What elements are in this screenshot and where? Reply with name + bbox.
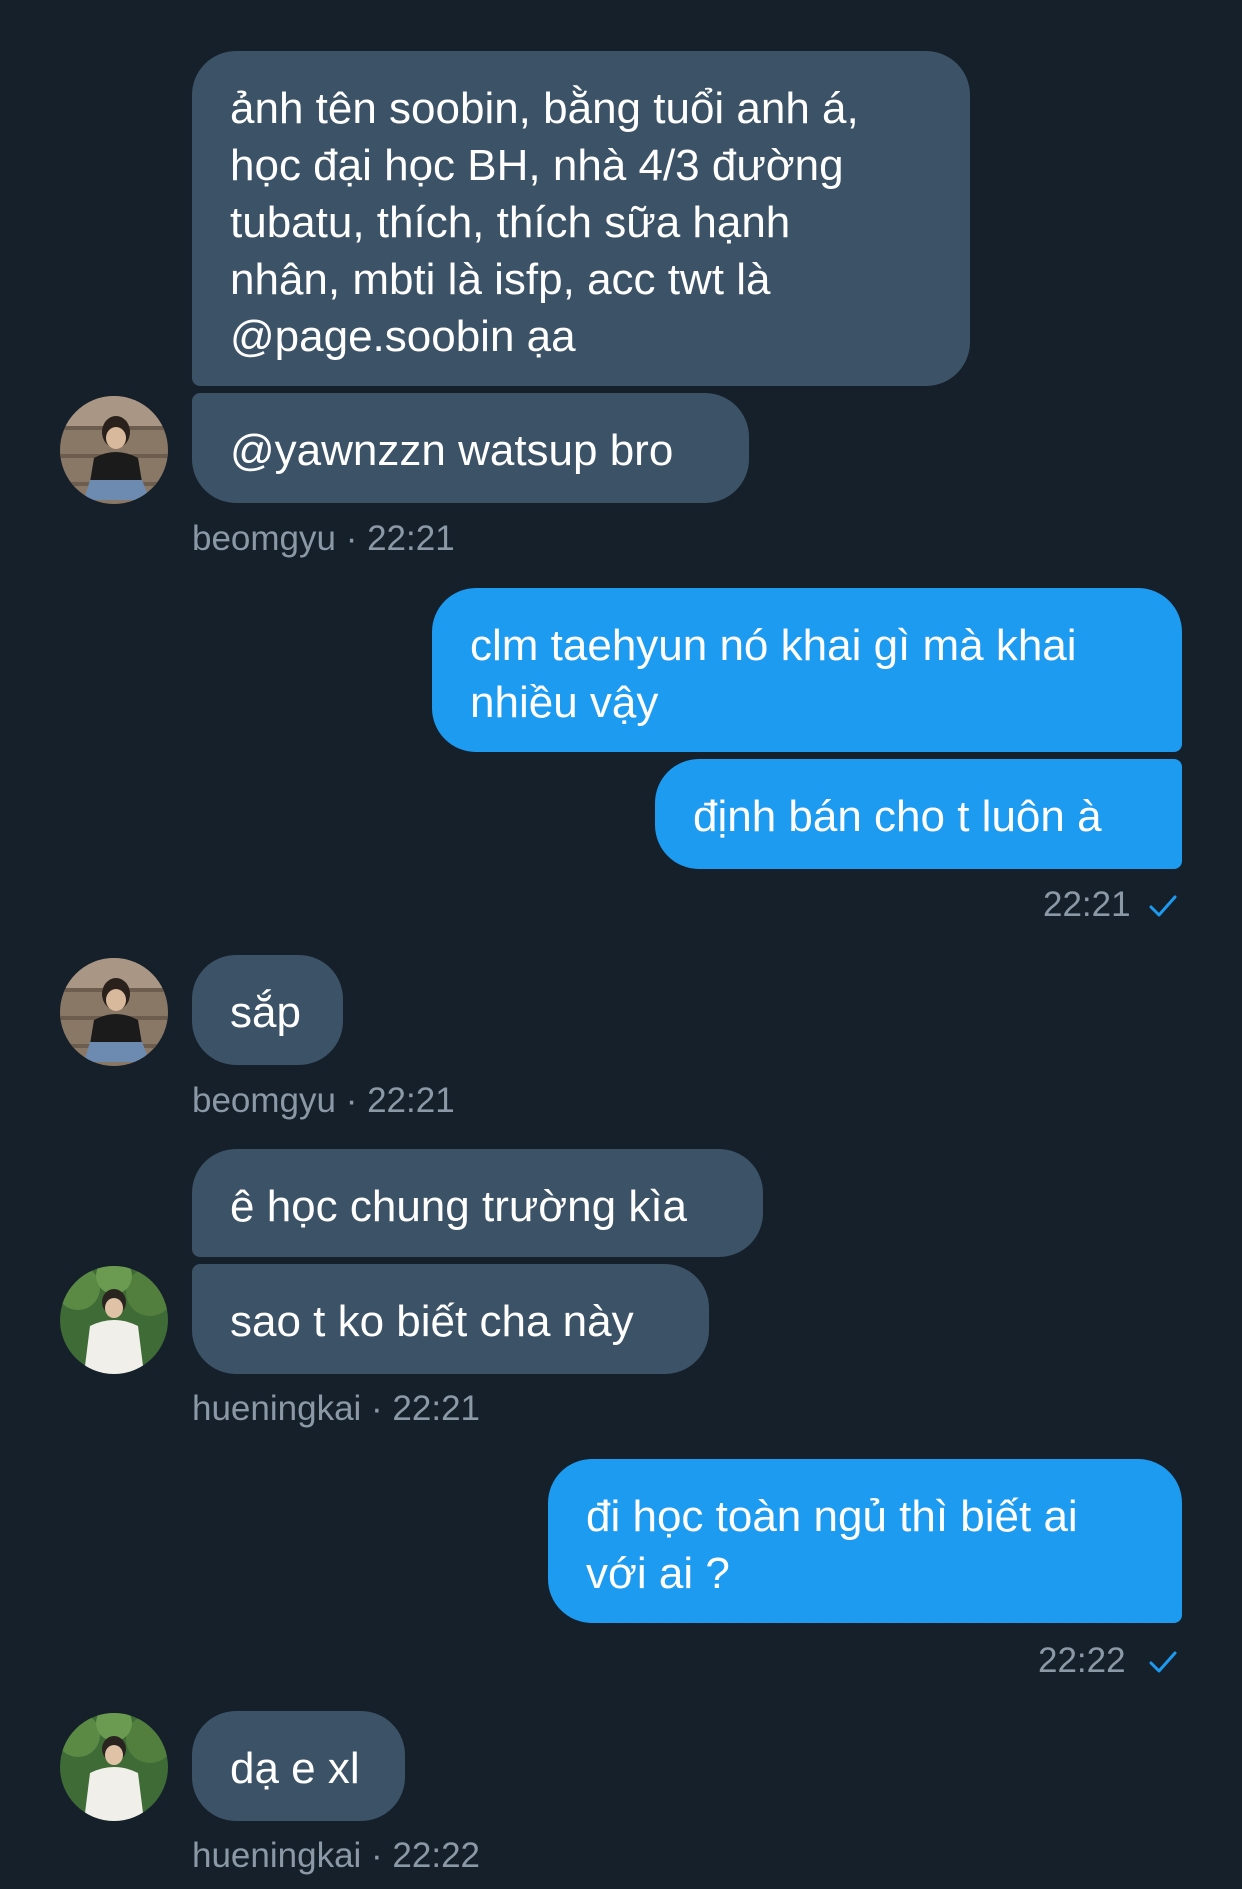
message-timestamp: 22:22	[1038, 1641, 1126, 1680]
avatar-beomgyu[interactable]	[60, 396, 168, 504]
message-bubble-outgoing[interactable]: định bán cho t luôn à	[655, 759, 1182, 869]
message-bubble-incoming[interactable]: sao t ko biết cha này	[192, 1264, 709, 1374]
avatar-hueningkai[interactable]	[60, 1266, 168, 1374]
message-meta-hueningkai: hueningkai · 22:22	[192, 1836, 480, 1875]
message-bubble-outgoing[interactable]: clm taehyun nó khai gì mà khai nhiều vậy	[432, 588, 1182, 752]
message-meta-beomgyu: beomgyu · 22:21	[192, 1081, 455, 1120]
message-bubble-incoming[interactable]: ê học chung trường kìa	[192, 1149, 763, 1257]
checkmark-icon	[1149, 895, 1177, 917]
message-meta-hueningkai: hueningkai · 22:21	[192, 1389, 480, 1428]
avatar-beomgyu[interactable]	[60, 958, 168, 1066]
message-meta-beomgyu: beomgyu · 22:21	[192, 519, 455, 558]
avatar-hueningkai[interactable]	[60, 1713, 168, 1821]
message-bubble-incoming[interactable]: @yawnzzn watsup bro	[192, 393, 749, 503]
message-bubble-incoming[interactable]: ảnh tên soobin, bằng tuổi anh á, học đại…	[192, 51, 970, 386]
message-bubble-outgoing[interactable]: đi học toàn ngủ thì biết ai với ai ?	[548, 1459, 1182, 1623]
message-bubble-incoming[interactable]: sắp	[192, 955, 343, 1065]
message-timestamp: 22:21	[1043, 885, 1131, 924]
checkmark-icon	[1149, 1651, 1177, 1673]
message-bubble-incoming[interactable]: dạ e xl	[192, 1711, 405, 1821]
